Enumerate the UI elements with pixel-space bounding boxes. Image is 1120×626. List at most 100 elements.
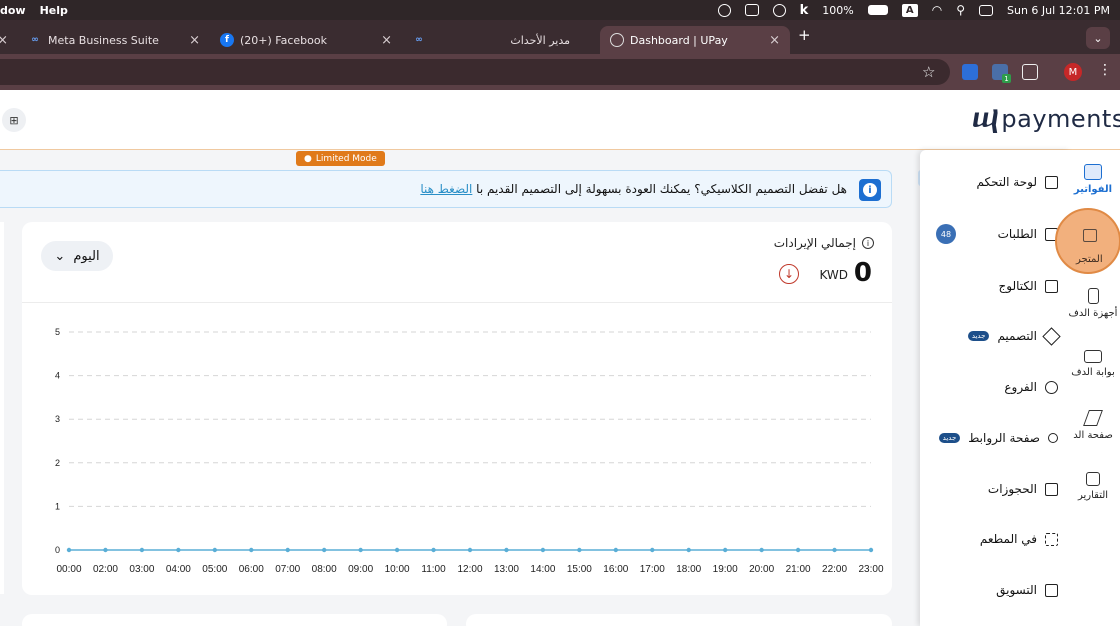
- upayments-logo[interactable]: ⴓpayments: [972, 104, 1120, 134]
- info-icon[interactable]: i: [862, 237, 874, 249]
- bottom-card-left: [22, 614, 447, 626]
- close-icon[interactable]: ×: [381, 33, 392, 48]
- data-point[interactable]: [212, 547, 218, 553]
- data-point[interactable]: [321, 547, 327, 553]
- browser-menu-icon[interactable]: ⋮: [1098, 62, 1112, 78]
- period-dropdown[interactable]: ⌄ اليوم: [41, 241, 113, 271]
- sidebar-item-store[interactable]: المتجر: [1055, 208, 1120, 274]
- tab-dashboard-upay[interactable]: Dashboard | UPay ×: [600, 26, 790, 54]
- k-app-icon[interactable]: k: [800, 3, 809, 18]
- data-point[interactable]: [722, 547, 728, 553]
- tab-search-chevron-icon[interactable]: ⌄: [1086, 27, 1110, 49]
- battery-icon[interactable]: [867, 5, 888, 15]
- data-point[interactable]: [759, 547, 764, 553]
- extension-badge-icon[interactable]: 1: [992, 64, 1011, 83]
- menu-item-bookings[interactable]: الحجوزات: [988, 479, 1058, 499]
- control-center-icon[interactable]: [978, 4, 993, 16]
- menubar-help[interactable]: Help: [40, 4, 68, 17]
- data-point[interactable]: [540, 547, 546, 553]
- limited-mode-badge: ● Limited Mode: [296, 151, 385, 166]
- data-point[interactable]: [103, 547, 108, 553]
- creative-cloud-icon[interactable]: [772, 3, 786, 17]
- close-icon[interactable]: ×: [769, 33, 780, 48]
- menu-item-dashboard[interactable]: لوحة التحكم: [977, 172, 1058, 192]
- x-tick-label: 08:00: [312, 564, 337, 575]
- data-point[interactable]: [577, 547, 582, 553]
- x-tick-label: 21:00: [786, 564, 811, 575]
- x-tick-label: 14:00: [530, 564, 555, 575]
- extension-tag-icon[interactable]: [962, 64, 978, 80]
- sidebar-item-invoices[interactable]: الفواتير: [1062, 164, 1120, 195]
- branch-icon: [1045, 380, 1058, 394]
- menubar-window[interactable]: dow: [0, 4, 26, 17]
- data-point[interactable]: [795, 547, 801, 553]
- data-point[interactable]: [358, 547, 363, 553]
- tab-events-manager[interactable]: ∞ مدير الأحداث: [402, 26, 598, 54]
- x-tick-label: 16:00: [603, 564, 628, 575]
- extension-count: 1: [1002, 74, 1011, 83]
- y-tick-label: 0: [55, 545, 60, 555]
- data-point[interactable]: [66, 547, 72, 553]
- apps-grid-icon[interactable]: ⊞: [2, 108, 26, 132]
- tab-facebook[interactable]: f (20+) Facebook ×: [210, 26, 402, 54]
- x-tick-label: 00:00: [56, 564, 81, 575]
- data-point[interactable]: [613, 547, 619, 553]
- data-point[interactable]: [431, 547, 436, 553]
- drive-icon[interactable]: [744, 4, 759, 16]
- menu-item-catalog[interactable]: الكتالوج: [999, 276, 1058, 296]
- data-point[interactable]: [139, 547, 145, 553]
- data-point[interactable]: [285, 547, 290, 553]
- sidebar-item-reports[interactable]: التقارير: [1062, 472, 1120, 501]
- bookmark-star-icon[interactable]: ☆: [922, 63, 935, 81]
- spotlight-search-icon[interactable]: ⚲: [956, 3, 965, 17]
- address-bar[interactable]: [0, 59, 950, 85]
- record-icon[interactable]: [717, 3, 731, 17]
- banner-link[interactable]: الضغط هنا: [420, 182, 472, 196]
- data-point[interactable]: [504, 547, 509, 553]
- data-point[interactable]: [249, 547, 254, 553]
- x-tick-label: 13:00: [494, 564, 519, 575]
- banner-text: هل تفضل التصميم الكلاسيكي؟ يمكنك العودة …: [420, 182, 847, 196]
- close-icon[interactable]: ×: [0, 33, 8, 48]
- menu-item-design[interactable]: التصميم جديد: [967, 326, 1061, 346]
- tab-partial[interactable]: ×: [0, 26, 10, 54]
- menubar-datetime[interactable]: Sun 6 Jul 12:01 PM: [1007, 4, 1110, 17]
- battery-percent: 100%: [822, 3, 854, 17]
- menu-item-link-page[interactable]: صفحة الروابط جديد: [938, 428, 1058, 448]
- tab-label: Meta Business Suite: [48, 33, 159, 47]
- x-tick-label: 05:00: [202, 564, 227, 575]
- data-point[interactable]: [832, 547, 837, 553]
- data-point[interactable]: [176, 547, 181, 553]
- data-point[interactable]: [686, 547, 691, 553]
- menu-item-orders[interactable]: الطلبات: [998, 224, 1058, 244]
- sidebar-item-payment-gateway[interactable]: بوابة الدف: [1062, 350, 1120, 378]
- wifi-icon[interactable]: ◠: [932, 3, 942, 17]
- sidebar-item-payment-page[interactable]: صفحة الد: [1062, 410, 1120, 441]
- input-source-icon[interactable]: A: [901, 3, 918, 17]
- info-icon: i: [859, 179, 881, 201]
- data-point[interactable]: [868, 547, 874, 553]
- data-point[interactable]: [394, 547, 400, 553]
- y-tick-label: 3: [55, 414, 60, 424]
- menu-item-branches[interactable]: الفروع: [1004, 377, 1058, 397]
- sidebar-item-devices[interactable]: أجهزة الدف: [1062, 288, 1120, 319]
- profile-avatar[interactable]: M: [1064, 63, 1082, 81]
- x-tick-label: 20:00: [749, 564, 774, 575]
- y-tick-label: 4: [55, 371, 60, 381]
- tab-meta-business-suite[interactable]: ∞ Meta Business Suite ×: [18, 26, 210, 54]
- x-tick-label: 06:00: [239, 564, 264, 575]
- new-badge: جديد: [938, 433, 961, 443]
- data-point[interactable]: [467, 547, 473, 553]
- menu-item-in-restaurant[interactable]: في المطعم: [980, 529, 1058, 549]
- menu-item-marketing[interactable]: التسويق: [996, 580, 1058, 600]
- extensions-puzzle-icon[interactable]: [1022, 64, 1038, 80]
- x-tick-label: 22:00: [822, 564, 847, 575]
- navigation-menu: لوحة التحكم الطلبات 48 الكتالوج التصميم …: [920, 150, 1070, 626]
- data-point[interactable]: [650, 547, 655, 553]
- close-icon[interactable]: ×: [189, 33, 200, 48]
- new-tab-plus-icon[interactable]: +: [798, 26, 811, 44]
- calendar-icon: [1045, 482, 1058, 496]
- meta-icon: ∞: [415, 35, 423, 45]
- x-tick-label: 18:00: [676, 564, 701, 575]
- report-icon: [1086, 472, 1100, 486]
